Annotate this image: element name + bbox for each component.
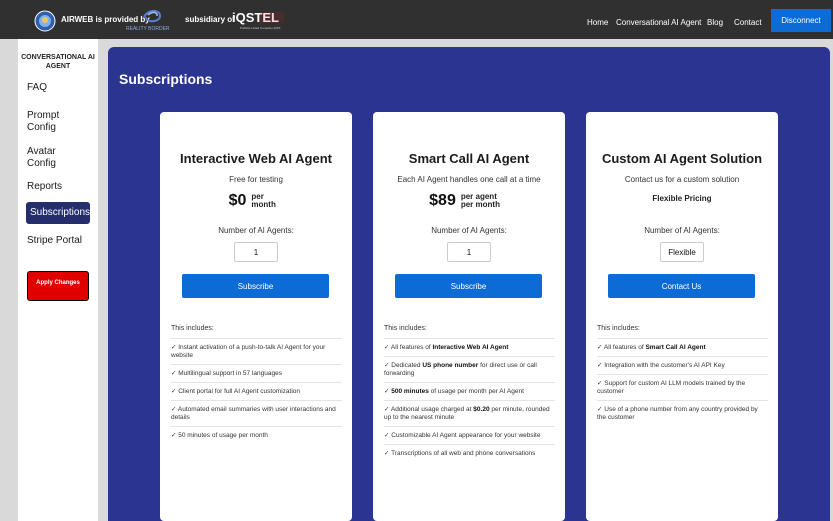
subscribe-button[interactable]: Subscribe — [182, 274, 329, 298]
plan-title: Interactive Web AI Agent — [180, 151, 332, 166]
includes-label: This includes: — [384, 325, 427, 332]
feature-item: ✓ Transcriptions of all web and phone co… — [384, 444, 555, 462]
plan-price-unit: per month — [251, 192, 276, 209]
main-content: Subscriptions Interactive Web AI Agent F… — [108, 47, 830, 521]
feature-item: ✓ Multilingual support in 57 languages — [171, 364, 342, 382]
agents-count-display: Flexible — [660, 242, 704, 262]
feature-item: ✓ All features of Smart Call AI Agent — [597, 338, 768, 356]
reality-border-logo-icon: REALITY BORDER — [126, 9, 170, 32]
agents-count-input[interactable]: 1 — [234, 242, 278, 262]
nav-home[interactable]: Home — [587, 18, 608, 27]
plan-title: Custom AI Agent Solution — [601, 151, 763, 166]
subscribe-button[interactable]: Subscribe — [395, 274, 542, 298]
sidebar-item-stripe-portal[interactable]: Stripe Portal — [27, 235, 82, 247]
sidebar-item-reports[interactable]: Reports — [27, 181, 62, 193]
nav-contact[interactable]: Contact — [734, 18, 762, 27]
contact-us-button[interactable]: Contact Us — [608, 274, 755, 298]
feature-item: ✓ 500 minutes of usage per month per AI … — [384, 382, 555, 400]
agents-count-input[interactable]: 1 — [447, 242, 491, 262]
plan-subtitle: Free for testing — [229, 175, 283, 184]
feature-item: ✓ Support for custom AI LLM models train… — [597, 374, 768, 400]
sidebar-item-prompt-config[interactable]: Prompt Config — [27, 110, 67, 134]
feature-item: ✓ 50 minutes of usage per month — [171, 426, 342, 444]
plan-card-smart-call: Smart Call AI Agent Each AI Agent handle… — [373, 112, 565, 521]
plan-price: $89 — [429, 192, 456, 209]
agents-count-label: Number of AI Agents: — [644, 226, 720, 235]
feature-item: ✓ All features of Interactive Web AI Age… — [384, 338, 555, 356]
partner-logo-text: REALITY BORDER — [126, 26, 170, 32]
agents-count-label: Number of AI Agents: — [431, 226, 507, 235]
page-title: Subscriptions — [119, 71, 213, 87]
sidebar-heading: CONVERSATIONAL AI AGENT — [21, 54, 95, 70]
feature-list: ✓ All features of Interactive Web AI Age… — [384, 338, 555, 462]
disconnect-button[interactable]: Disconnect — [771, 9, 831, 32]
feature-list: ✓ Instant activation of a push-to-talk A… — [171, 338, 342, 444]
plan-subtitle: Each AI Agent handles one call at a time — [397, 175, 541, 184]
feature-item: ✓ Additional usage charged at $0.20 per … — [384, 400, 555, 426]
iqs-logo-tagline: Publicly Listed Company IQST — [240, 26, 281, 30]
nav-conversational-ai-agent[interactable]: Conversational AI Agent — [616, 18, 701, 27]
feature-item: ✓ Customizable AI Agent appearance for y… — [384, 426, 555, 444]
nav-blog[interactable]: Blog — [707, 18, 723, 27]
subsidiary-text: subsidiary of — [185, 15, 235, 24]
feature-item: ✓ Integration with the customer's AI API… — [597, 356, 768, 374]
feature-item: ✓ Client portal for full AI Agent custom… — [171, 382, 342, 400]
plan-title: Smart Call AI Agent — [408, 151, 530, 166]
feature-item: ✓ Automated email summaries with user in… — [171, 400, 342, 426]
plan-price-flexible: Flexible Pricing — [652, 194, 712, 203]
plan-card-custom-solution: Custom AI Agent Solution Contact us for … — [586, 112, 778, 521]
feature-item: ✓ Use of a phone number from any country… — [597, 400, 768, 426]
agents-count-label: Number of AI Agents: — [218, 226, 294, 235]
feature-item: ✓ Dedicated US phone number for direct u… — [384, 356, 555, 382]
plan-price: $0 — [228, 192, 247, 209]
includes-label: This includes: — [597, 325, 640, 332]
iqstel-logo-icon: iQSTEL Publicly Listed Company IQST — [232, 10, 284, 30]
feature-item: ✓ Instant activation of a push-to-talk A… — [171, 338, 342, 364]
sidebar-item-subscriptions[interactable]: Subscriptions — [26, 202, 90, 224]
airweb-logo-icon — [34, 10, 56, 32]
feature-list: ✓ All features of Smart Call AI Agent ✓ I… — [597, 338, 768, 426]
sidebar-item-faq[interactable]: FAQ — [27, 82, 47, 94]
plan-card-interactive-web: Interactive Web AI Agent Free for testin… — [160, 112, 352, 521]
price-row: $89 per agent per month — [373, 192, 565, 210]
plan-subtitle: Contact us for a custom solution — [624, 175, 740, 184]
price-row: $0 per month — [160, 192, 352, 210]
top-navbar: AIRWEB is provided by REALITY BORDER sub… — [0, 0, 833, 39]
plan-price-unit: per agent per month — [460, 192, 500, 209]
sidebar-item-avatar-config[interactable]: Avatar Config — [27, 146, 67, 170]
sidebar: CONVERSATIONAL AI AGENT FAQ Prompt Confi… — [18, 39, 98, 521]
apply-changes-button[interactable]: Apply Changes — [27, 271, 89, 301]
includes-label: This includes: — [171, 325, 214, 332]
